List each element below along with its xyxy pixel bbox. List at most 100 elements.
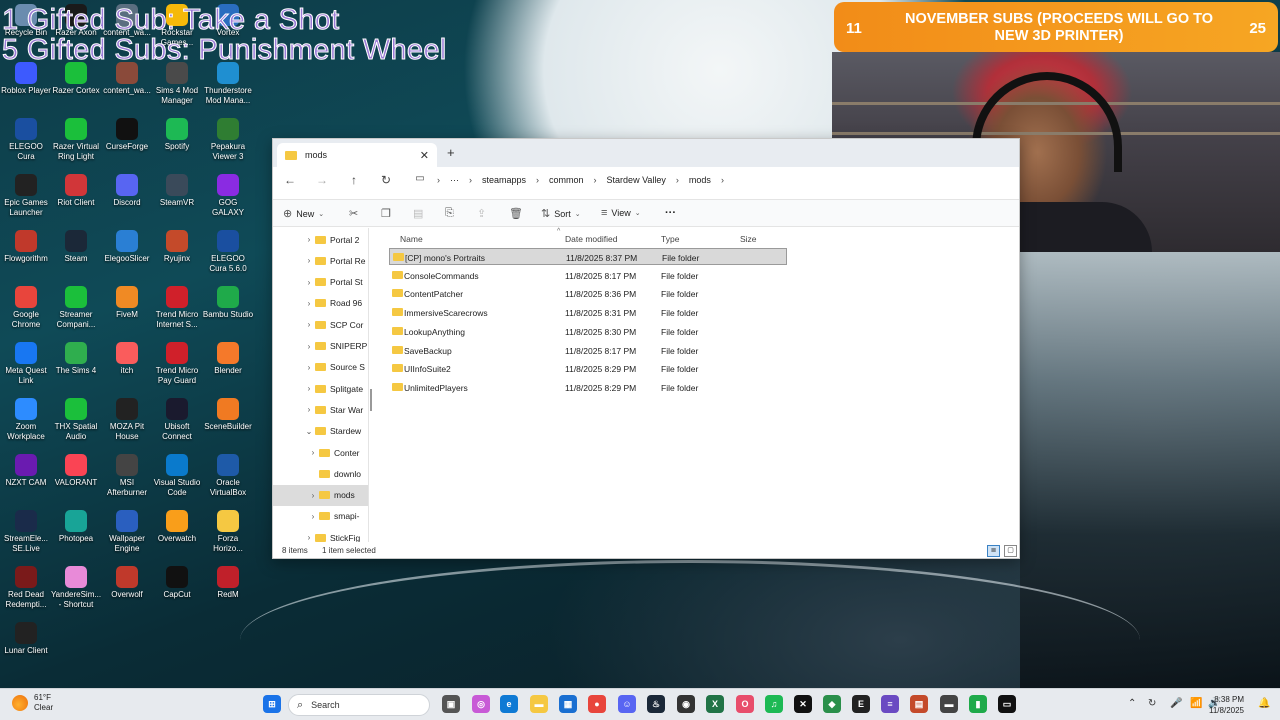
notes-icon[interactable]: ≡ (881, 695, 899, 713)
file-row[interactable]: [CP] mono's Portraits 11/8/2025 8:37 PM Fi… (389, 248, 787, 265)
column-header-name[interactable]: Name (400, 234, 423, 244)
chevron-right-icon[interactable]: › (307, 448, 319, 457)
more-options-button[interactable]: ··· (665, 207, 676, 219)
nav-item[interactable]: › SNIPERP (273, 336, 368, 357)
nav-item[interactable]: › mods (273, 484, 368, 506)
forward-arrow-icon[interactable]: → (313, 173, 331, 187)
column-header-size[interactable]: Size (740, 234, 757, 244)
chevron-right-icon[interactable]: › (303, 320, 315, 329)
nav-item[interactable]: › smapi- (273, 506, 368, 527)
taskbar-search[interactable]: ⌕ Search (288, 694, 430, 716)
nav-item[interactable]: › Portal St (273, 272, 368, 293)
desktop-icon[interactable]: Overwatch (151, 510, 203, 544)
chevron-right-icon[interactable]: › (307, 512, 319, 521)
nav-item[interactable]: › Source S (273, 357, 368, 378)
desktop-icon[interactable]: Thunderstore Mod Mana... (202, 62, 254, 106)
desktop-icon[interactable]: The Sims 4 (50, 342, 102, 376)
desktop-icon[interactable]: Photopea (50, 510, 102, 544)
desktop-icon[interactable]: ElegooSlicer (101, 230, 153, 264)
back-arrow-icon[interactable]: ← (281, 173, 299, 187)
nav-item[interactable]: › Portal 2 (273, 229, 368, 250)
desktop-icon[interactable]: ELEGOO Cura (0, 118, 52, 162)
computer-icon[interactable]: ▭ (411, 173, 429, 184)
desktop-icon[interactable]: Flowgorithm (0, 230, 52, 264)
sort-button[interactable]: ⇅ Sort ⌄ (541, 207, 581, 220)
breadcrumb-common[interactable]: common (549, 175, 584, 185)
desktop-icon[interactable]: Spotify (151, 118, 203, 152)
desktop-icon[interactable]: VALORANT (50, 454, 102, 488)
tiles-view-icon[interactable]: ▢ (1004, 545, 1017, 557)
game-icon[interactable]: ◆ (823, 695, 841, 713)
chevron-right-icon[interactable]: › (303, 533, 315, 542)
desktop-icon[interactable]: Trend Micro Pay Guard (151, 342, 203, 386)
microphone-icon[interactable]: 🎤 (1170, 698, 1182, 709)
copilot-icon[interactable]: ◎ (472, 695, 490, 713)
desktop-icon[interactable]: Google Chrome (0, 286, 52, 330)
desktop-icon[interactable]: RedM (202, 566, 254, 600)
nav-item[interactable]: › Splitgate (273, 378, 368, 399)
desktop-icon[interactable]: Oracle VirtualBox (202, 454, 254, 498)
file-row[interactable]: UnlimitedPlayers 11/8/2025 8:29 PM File fo… (389, 379, 787, 396)
chevron-right-icon[interactable]: › (303, 405, 315, 414)
desktop-icon[interactable]: Red Dead Redempti... (0, 566, 52, 610)
file-row[interactable]: ContentPatcher 11/8/2025 8:36 PM File fold… (389, 285, 787, 302)
clock[interactable]: 8:38 PM 11/8/2025 (1196, 694, 1244, 716)
desktop-icon[interactable]: Razer Virtual Ring Light (50, 118, 102, 162)
steam-icon[interactable]: ♨ (647, 695, 665, 713)
share-icon[interactable]: ⇪ (477, 207, 486, 220)
refresh-icon[interactable]: ↻ (377, 173, 395, 187)
desktop-icon[interactable]: Wallpaper Engine (101, 510, 153, 554)
desktop-icon[interactable]: Meta Quest Link (0, 342, 52, 386)
refresh-tray-icon[interactable]: ↻ (1148, 698, 1156, 709)
breadcrumb-stardew-valley[interactable]: Stardew Valley (607, 175, 666, 185)
chevron-right-icon[interactable]: › (307, 491, 319, 500)
edge-icon[interactable]: e (500, 695, 518, 713)
app-icon[interactable]: ▬ (940, 695, 958, 713)
desktop-icon[interactable]: ELEGOO Cura 5.6.0 (202, 230, 254, 274)
weather-widget[interactable]: 61°F Clear (12, 693, 53, 713)
desktop-icon[interactable]: FiveM (101, 286, 153, 320)
desktop-icon[interactable]: Visual Studio Code (151, 454, 203, 498)
new-tab-button[interactable]: + (447, 145, 455, 160)
desktop-icon[interactable]: MOZA Pit House (101, 398, 153, 442)
nav-item[interactable]: › Portal Re (273, 250, 368, 271)
desktop-icon[interactable]: Trend Micro Internet S... (151, 286, 203, 330)
desktop-icon[interactable]: SceneBuilder (202, 398, 254, 432)
file-explorer-icon[interactable]: ▬ (530, 695, 548, 713)
epic-icon[interactable]: E (852, 695, 870, 713)
desktop-icon[interactable]: NZXT CAM (0, 454, 52, 488)
copy-icon[interactable]: ❐ (381, 207, 391, 220)
rename-icon[interactable]: ⎘ (445, 207, 454, 220)
excel-icon[interactable]: X (706, 695, 724, 713)
notification-bell-icon[interactable]: 🔔 (1258, 698, 1270, 709)
breadcrumb-steamapps[interactable]: steamapps (482, 175, 526, 185)
nav-scrollbar[interactable] (370, 389, 372, 411)
breadcrumb-mods[interactable]: mods (689, 175, 711, 185)
desktop-icon[interactable]: CapCut (151, 566, 203, 600)
desktop-icon[interactable]: Bambu Studio (202, 286, 254, 320)
desktop-icon[interactable]: GOG GALAXY (202, 174, 254, 218)
desktop-icon[interactable]: Sims 4 Mod Manager (151, 62, 203, 106)
desktop-icon[interactable]: Ubisoft Connect (151, 398, 203, 442)
nav-item[interactable]: › SCP Cor (273, 314, 368, 335)
chevron-right-icon[interactable]: › (303, 342, 315, 351)
desktop-icon[interactable]: Razer Cortex (50, 62, 102, 96)
paste-icon[interactable]: ▤ (413, 207, 423, 220)
desktop-icon[interactable]: Steam (50, 230, 102, 264)
desktop-icon[interactable]: Roblox Player (0, 62, 52, 96)
file-row[interactable]: LookupAnything 11/8/2025 8:30 PM File fold… (389, 323, 787, 340)
opera-icon[interactable]: O (736, 695, 754, 713)
bambu-icon[interactable]: ▮ (969, 695, 987, 713)
file-row[interactable]: SaveBackup 11/8/2025 8:17 PM File folder (389, 342, 787, 359)
nav-item[interactable]: › Star War (273, 399, 368, 420)
desktop-icon[interactable]: THX Spatial Audio (50, 398, 102, 442)
tab-mods[interactable]: mods ✕ (277, 143, 437, 167)
chevron-right-icon[interactable]: › (303, 278, 315, 287)
column-header-type[interactable]: Type (661, 234, 679, 244)
desktop-icon[interactable]: Riot Client (50, 174, 102, 208)
discord-icon[interactable]: ☺ (618, 695, 636, 713)
nav-item[interactable]: › StickFig (273, 527, 368, 542)
close-icon[interactable]: ✕ (420, 149, 429, 162)
delete-icon[interactable]: 🗑 (509, 207, 523, 220)
desktop-icon[interactable]: CurseForge (101, 118, 153, 152)
